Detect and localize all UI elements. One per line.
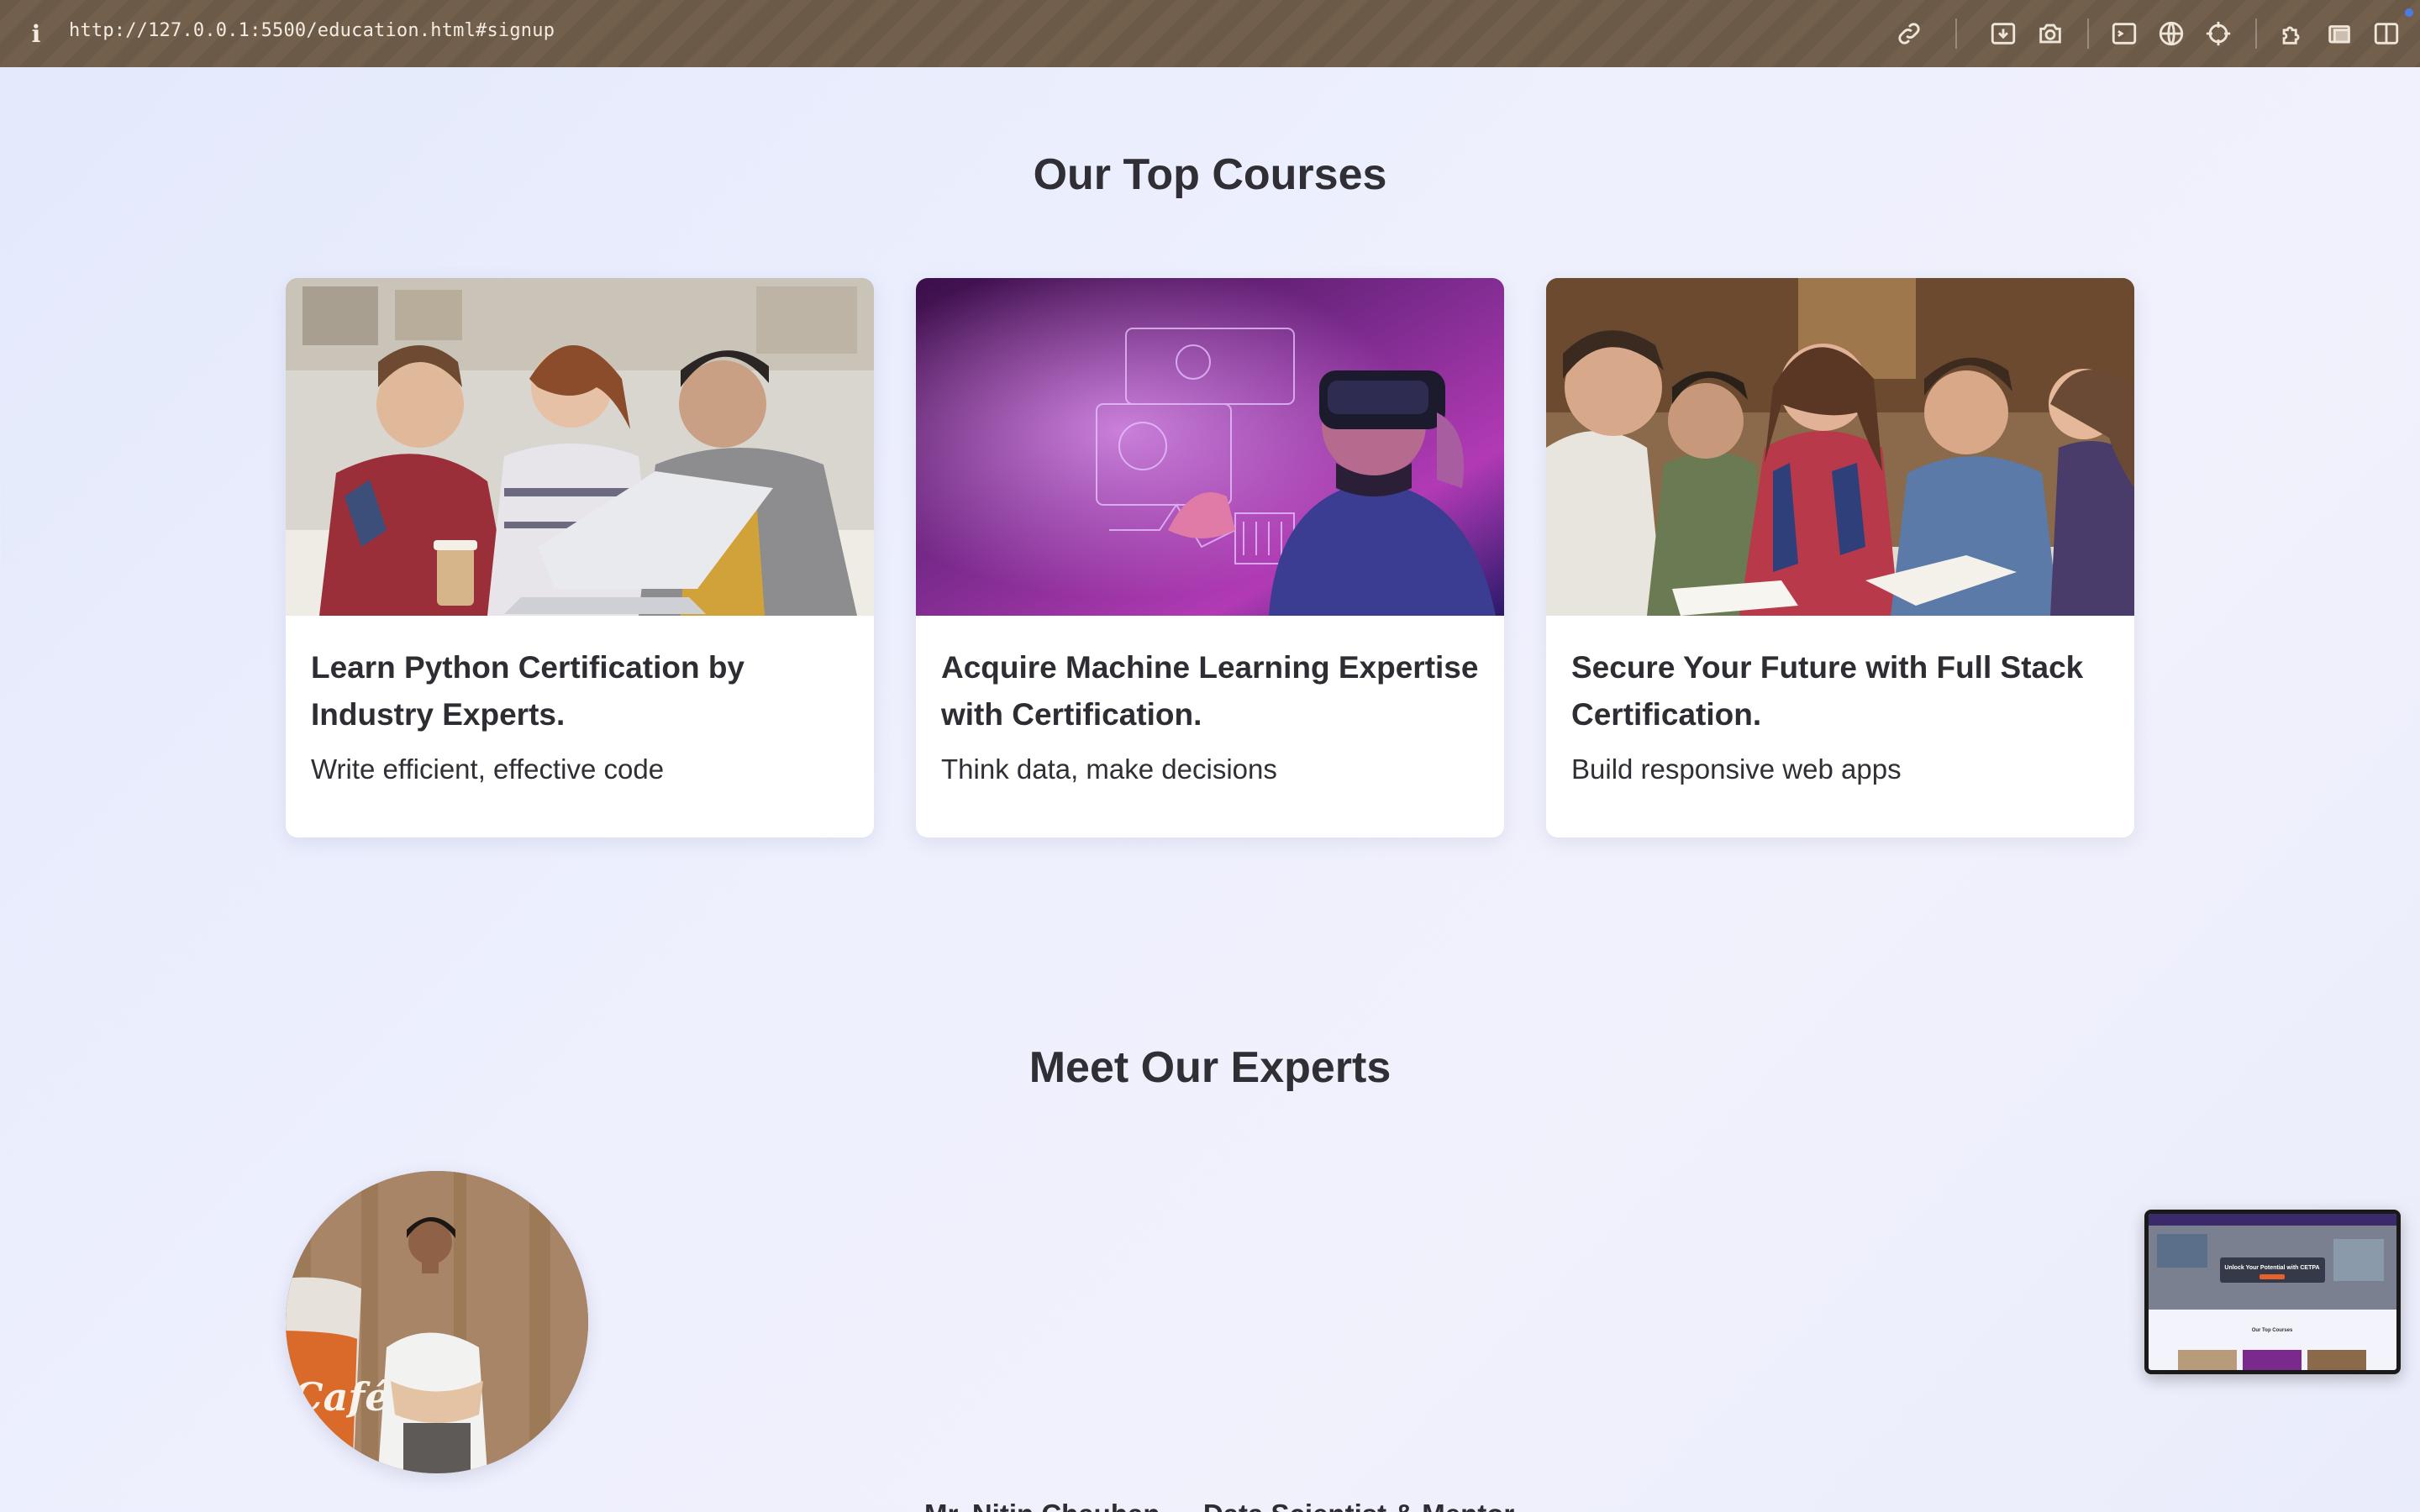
crosshair-icon[interactable] bbox=[2202, 17, 2235, 50]
camera-icon[interactable] bbox=[2033, 17, 2067, 50]
expert-name: Mr. Nitin Chauhan — Data Scientist & Men… bbox=[924, 1499, 1514, 1512]
course-description: Think data, make decisions bbox=[941, 753, 1277, 785]
notification-dot bbox=[2405, 8, 2413, 17]
study-group-photo bbox=[1546, 278, 2134, 616]
info-icon[interactable]: i bbox=[25, 17, 47, 50]
experts-heading: Meet Our Experts bbox=[1028, 1043, 1392, 1092]
preview-hero-text: Unlock Your Potential with CETPA bbox=[2224, 1265, 2319, 1271]
students-laptop-photo bbox=[286, 278, 874, 616]
vr-headset-photo bbox=[916, 278, 1504, 616]
address-bar-url[interactable]: http://127.0.0.1:5500/education.html#sig… bbox=[69, 20, 555, 41]
link-icon[interactable] bbox=[1892, 17, 1926, 50]
course-card-full-stack[interactable]: Secure Your Future with Full Stack Certi… bbox=[1546, 278, 2134, 837]
course-card-machine-learning[interactable]: Acquire Machine Learning Expertise with … bbox=[916, 278, 1504, 837]
terminal-icon[interactable] bbox=[2107, 17, 2141, 50]
course-description: Write efficient, effective code bbox=[311, 753, 665, 785]
courses-heading: Our Top Courses bbox=[1033, 150, 1387, 199]
browser-toolbar: i http://127.0.0.1:5500/education.html#s… bbox=[0, 0, 2420, 67]
toolbar-separator bbox=[2087, 18, 2089, 49]
split-view-icon[interactable] bbox=[2370, 17, 2403, 50]
toolbar-separator bbox=[1955, 18, 1957, 49]
page-preview-thumbnail[interactable]: Unlock Your Potential with CETPA Our Top… bbox=[2144, 1210, 2401, 1374]
course-title: Acquire Machine Learning Expertise with … bbox=[941, 650, 1479, 732]
course-card-python[interactable]: Learn Python Certification by Industry E… bbox=[286, 278, 874, 837]
expert-portrait-photo[interactable]: Café bbox=[286, 1171, 588, 1473]
preview-sub-heading: Our Top Courses bbox=[2252, 1328, 2293, 1333]
extensions-icon[interactable] bbox=[2275, 17, 2309, 50]
course-title: Learn Python Certification by Industry E… bbox=[311, 650, 745, 732]
globe-icon[interactable] bbox=[2154, 17, 2188, 50]
download-icon[interactable] bbox=[1986, 17, 2020, 50]
course-description: Build responsive web apps bbox=[1571, 753, 1902, 785]
svg-text:Café: Café bbox=[292, 1374, 389, 1420]
window-icon[interactable] bbox=[2323, 17, 2356, 50]
toolbar-separator bbox=[2255, 18, 2257, 49]
course-title: Secure Your Future with Full Stack Certi… bbox=[1571, 650, 2084, 732]
